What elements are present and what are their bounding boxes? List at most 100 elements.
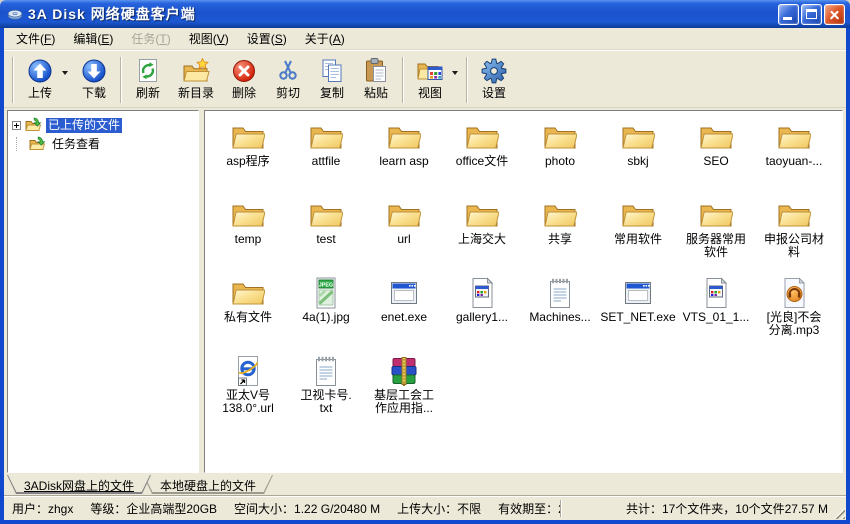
tree-connector [16, 137, 25, 151]
toolbar-separator [120, 57, 122, 103]
file-item[interactable]: sbkj [599, 117, 677, 195]
toolbar-button-new-folder[interactable]: 新目录 [170, 54, 222, 105]
dropdown-arrow-upload[interactable] [62, 54, 72, 105]
status-bar: 用户：zhgx等级：企业高端型20GB空间大小：1.22 G/20480 M上传… [4, 495, 846, 520]
file-item[interactable]: photo [521, 117, 599, 195]
menu-item-4[interactable]: 设置(S) [238, 27, 296, 50]
file-name: 亚太V号 138.0°.url [222, 389, 274, 415]
audio-icon [777, 277, 811, 309]
titlebar[interactable]: 3A Disk 网络硬盘客户端 [0, 0, 850, 28]
status-field-4: 有效期至：2009-05-29 [498, 500, 560, 517]
toolbar-button-paste[interactable]: 粘贴 [354, 54, 398, 105]
file-item[interactable]: url [365, 195, 443, 273]
delete-icon [230, 57, 258, 85]
rar-icon [387, 355, 421, 387]
file-name: 常用软件 [614, 233, 662, 246]
tree-expander[interactable] [12, 121, 21, 130]
content-area: 已上传的文件任务查看 asp程序 attfile learn asp office文件… [4, 108, 846, 475]
folder-icon [699, 121, 733, 153]
file-item[interactable]: JPEG4a(1).jpg [287, 273, 365, 351]
file-item[interactable]: VTS_01_1... [677, 273, 755, 351]
file-item[interactable]: 申报公司材 料 [755, 195, 833, 273]
file-item[interactable]: 卫视卡号. txt [287, 351, 365, 429]
menu-item-2: 任务(T) [122, 27, 179, 50]
refresh-icon [134, 57, 162, 85]
menu-item-3[interactable]: 视图(V) [180, 27, 238, 50]
file-name: sbkj [627, 155, 648, 168]
file-name: office文件 [456, 155, 508, 168]
menu-item-1[interactable]: 编辑(E) [64, 27, 122, 50]
file-name: attfile [312, 155, 341, 168]
file-name: taoyuan-... [766, 155, 823, 168]
menu-item-5[interactable]: 关于(A) [296, 27, 354, 50]
folder-icon [387, 199, 421, 231]
folder-icon [309, 121, 343, 153]
file-item[interactable]: office文件 [443, 117, 521, 195]
sidebar-item-1[interactable]: 任务查看 [10, 135, 196, 154]
toolbar-button-cut[interactable]: 剪切 [266, 54, 310, 105]
minimize-button[interactable] [778, 4, 799, 25]
status-left-panel: 用户：zhgx等级：企业高端型20GB空间大小：1.22 G/20480 M上传… [4, 500, 560, 517]
menu-item-0[interactable]: 文件(F) [7, 27, 64, 50]
file-item[interactable]: 亚太V号 138.0°.url [209, 351, 287, 429]
toolbar-button-label: 设置 [482, 86, 506, 100]
text-icon [543, 277, 577, 309]
file-item[interactable]: taoyuan-... [755, 117, 833, 195]
toolbar-button-view[interactable]: 视图 [408, 54, 452, 105]
tab-1[interactable]: 本地硬盘上的文件 [143, 475, 273, 494]
upload-icon [26, 57, 54, 85]
file-name: 基层工会工 作应用指... [374, 389, 434, 415]
tab-0[interactable]: 3ADisk网盘上的文件 [7, 475, 151, 494]
file-item[interactable]: SET_NET.exe [599, 273, 677, 351]
file-name: 共享 [548, 233, 572, 246]
toolbar-button-refresh[interactable]: 刷新 [126, 54, 170, 105]
dropdown-arrow-view[interactable] [452, 54, 462, 105]
close-button[interactable] [824, 4, 845, 25]
maximize-button[interactable] [801, 4, 822, 25]
folder-icon [621, 121, 655, 153]
toolbar-button-upload[interactable]: 上传 [18, 54, 62, 105]
paste-icon [362, 57, 390, 85]
folder-go-icon [29, 136, 46, 152]
file-item[interactable]: [光良]不会 分离.mp3 [755, 273, 833, 351]
file-item[interactable]: 共享 [521, 195, 599, 273]
sidebar-item-0[interactable]: 已上传的文件 [10, 116, 196, 135]
toolbar-button-label: 视图 [418, 86, 442, 100]
file-item[interactable]: SEO [677, 117, 755, 195]
file-item[interactable]: learn asp [365, 117, 443, 195]
status-summary: 共计：17个文件夹，10个文件27.57 M [562, 500, 846, 517]
toolbar-button-download[interactable]: 下载 [72, 54, 116, 105]
file-item[interactable]: Machines... [521, 273, 599, 351]
folder-icon [231, 121, 265, 153]
bottom-tab-bar: 3ADisk网盘上的文件本地硬盘上的文件 [4, 475, 846, 495]
file-name: VTS_01_1... [683, 311, 750, 324]
chevron-down-icon [452, 71, 458, 75]
toolbar-button-copy[interactable]: 复制 [310, 54, 354, 105]
status-field-1: 等级：企业高端型20GB [90, 500, 217, 517]
file-item[interactable]: temp [209, 195, 287, 273]
file-item[interactable]: gallery1... [443, 273, 521, 351]
file-item[interactable]: 上海交大 [443, 195, 521, 273]
folder-icon [231, 199, 265, 231]
file-name: 4a(1).jpg [302, 311, 349, 324]
file-item[interactable]: 基层工会工 作应用指... [365, 351, 443, 429]
file-item[interactable]: enet.exe [365, 273, 443, 351]
toolbar-button-settings[interactable]: 设置 [472, 54, 516, 105]
toolbar-button-label: 下载 [82, 86, 106, 100]
toolbar-button-delete[interactable]: 删除 [222, 54, 266, 105]
file-item[interactable]: 私有文件 [209, 273, 287, 351]
status-field-3: 上传大小：不限 [397, 500, 481, 517]
file-name: photo [545, 155, 575, 168]
text-icon [309, 355, 343, 387]
file-item[interactable]: attfile [287, 117, 365, 195]
file-item[interactable]: 常用软件 [599, 195, 677, 273]
file-name: test [316, 233, 335, 246]
status-field-2: 空间大小：1.22 G/20480 M [234, 500, 380, 517]
folder-icon [231, 277, 265, 309]
disk-app-icon [7, 5, 23, 24]
file-item[interactable]: 服务器常用 软件 [677, 195, 755, 273]
file-item[interactable]: asp程序 [209, 117, 287, 195]
file-item[interactable]: test [287, 195, 365, 273]
toolbar: 上传下载 刷新新目录删除剪切复制粘贴视图 设置 [4, 50, 846, 108]
app-icon [621, 277, 655, 309]
